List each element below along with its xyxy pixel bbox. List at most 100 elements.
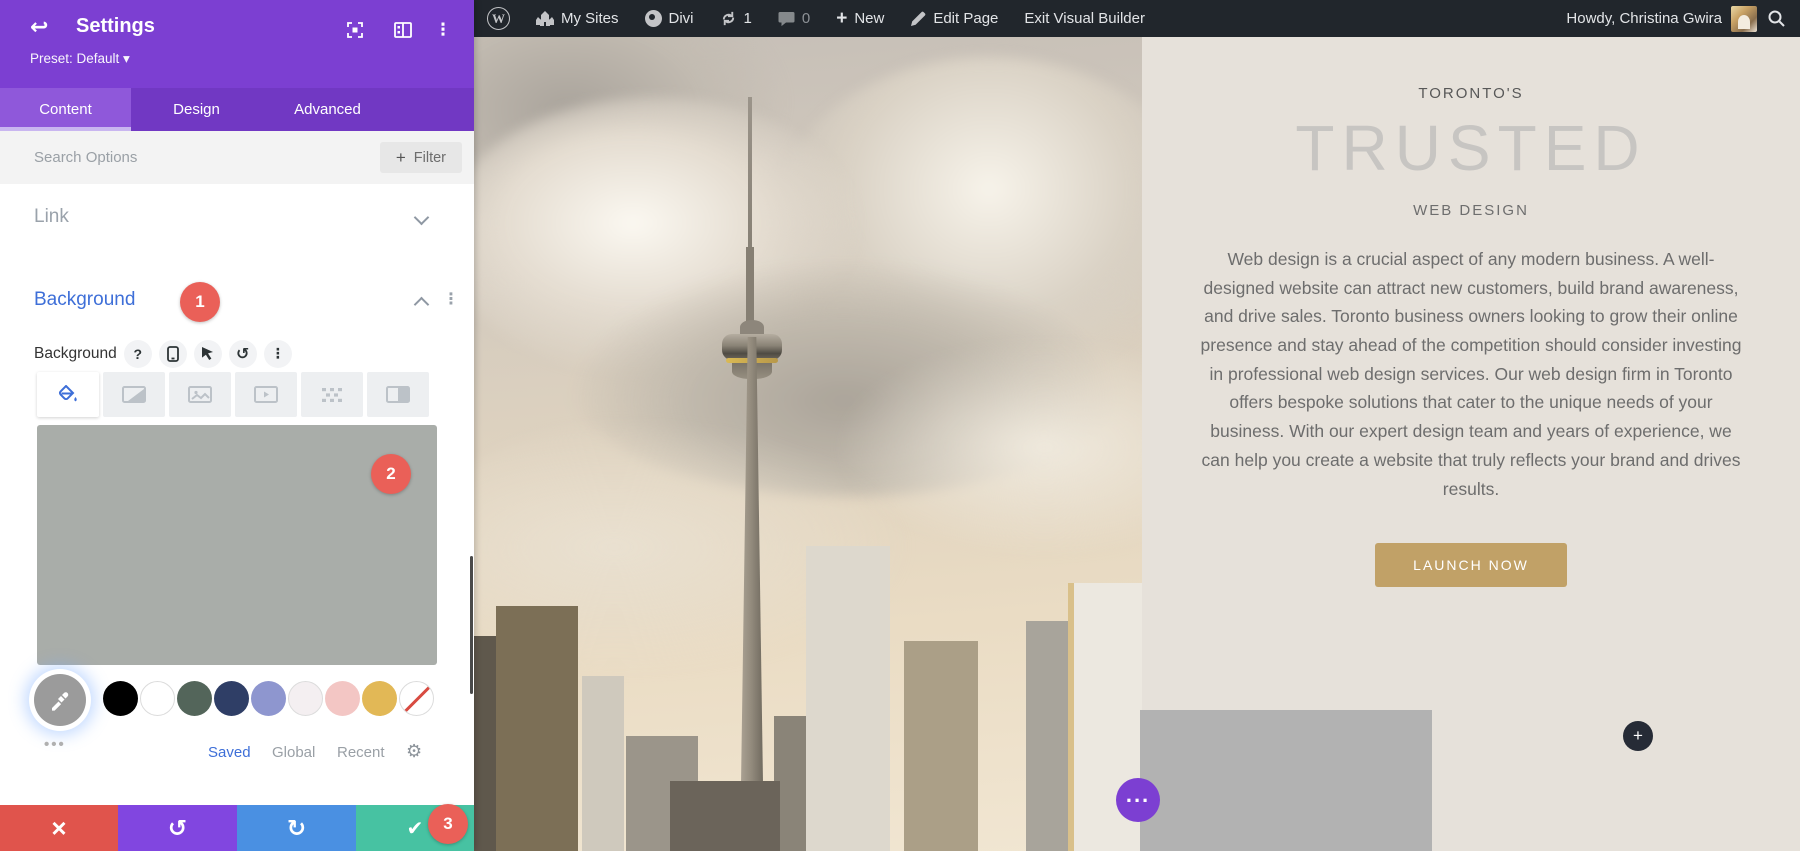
gray-placeholder-module <box>1140 710 1432 851</box>
page-preview: TORONTO'S TRUSTED WEB DESIGN Web design … <box>474 37 1800 851</box>
chevron-down-icon[interactable] <box>413 209 430 228</box>
bg-pattern-tab[interactable] <box>301 372 363 417</box>
color-swatch[interactable] <box>288 681 323 716</box>
wordpress-icon: W <box>487 7 510 30</box>
undo-button[interactable]: ↺ <box>118 805 237 851</box>
updates-menu[interactable]: 1 <box>707 0 765 37</box>
filter-label: Filter <box>413 149 446 166</box>
new-menu[interactable]: + New <box>823 0 897 37</box>
hover-cursor-icon[interactable] <box>193 339 222 368</box>
add-module-button[interactable]: + <box>1623 721 1653 751</box>
avatar <box>1731 5 1757 32</box>
tab-design[interactable]: Design <box>131 88 262 131</box>
update-icon <box>720 10 737 27</box>
link-section: Link <box>0 184 474 254</box>
edit-page-label: Edit Page <box>933 10 999 27</box>
building <box>496 606 578 851</box>
responsive-phone-icon[interactable] <box>158 339 187 368</box>
howdy-account-menu[interactable]: Howdy, Christina Gwira <box>1566 0 1757 37</box>
chevron-up-icon[interactable] <box>413 296 430 315</box>
filter-button[interactable]: + Filter <box>379 142 462 173</box>
howdy-label: Howdy, Christina Gwira <box>1566 10 1722 27</box>
link-section-title[interactable]: Link <box>34 206 69 228</box>
wp-admin-bar: W My Sites Divi 1 0 + New Edit Page Exit… <box>474 0 1800 37</box>
callout-badge-2: 2 <box>371 454 411 494</box>
bg-color-tab[interactable] <box>37 372 99 417</box>
edit-page-menu[interactable]: Edit Page <box>897 0 1011 37</box>
cn-tower-photo <box>474 37 1142 851</box>
settings-title: Settings <box>76 15 155 37</box>
header-kebab-icon[interactable]: ⋮ <box>432 19 454 41</box>
hero-subheading: WEB DESIGN <box>1413 202 1529 219</box>
eyedropper-button[interactable] <box>34 674 86 726</box>
gear-icon[interactable]: ⚙ <box>406 741 422 762</box>
saved-link[interactable]: Saved <box>208 744 251 761</box>
pencil-icon <box>910 11 926 27</box>
plus-icon: + <box>836 7 848 29</box>
color-swatch[interactable] <box>325 681 360 716</box>
color-swatch[interactable] <box>103 681 138 716</box>
divi-menu[interactable]: Divi <box>632 0 707 37</box>
divi-label: Divi <box>668 10 694 27</box>
exit-visual-builder[interactable]: Exit Visual Builder <box>1011 0 1158 37</box>
panel-action-bar: × ↺ ↻ ✔ <box>0 805 474 851</box>
divi-settings-panel: ↩ Settings Preset: Default ▾ ⋮ Content D… <box>0 0 474 851</box>
comments-count: 0 <box>801 10 811 27</box>
bg-video-tab[interactable] <box>235 372 297 417</box>
panel-layout-icon[interactable] <box>392 19 414 41</box>
background-field-label: Background <box>34 344 117 362</box>
color-swatch[interactable] <box>140 681 175 716</box>
color-swatch[interactable] <box>362 681 397 716</box>
redo-button[interactable]: ↻ <box>237 805 356 851</box>
preset-dropdown[interactable]: Preset: Default ▾ <box>30 51 130 67</box>
bg-gradient-tab[interactable] <box>103 372 165 417</box>
reset-undo-icon[interactable]: ↺ <box>228 339 257 368</box>
background-section-title[interactable]: Background <box>34 289 135 311</box>
building <box>582 676 624 851</box>
my-sites-menu[interactable]: My Sites <box>523 0 632 37</box>
bg-image-tab[interactable] <box>169 372 231 417</box>
hero-kicker: TORONTO'S <box>1418 85 1524 102</box>
background-field-toolbar: Background ? ↺ ⋮ <box>0 337 474 370</box>
hero-paragraph: Web design is a crucial aspect of any mo… <box>1200 249 1742 499</box>
hero-text-panel: TORONTO'S TRUSTED WEB DESIGN Web design … <box>1140 37 1800 851</box>
plus-icon: + <box>395 147 406 167</box>
comment-icon <box>778 11 795 27</box>
search-icon[interactable] <box>1767 9 1786 28</box>
tab-content[interactable]: Content <box>0 88 131 131</box>
tab-advanced[interactable]: Advanced <box>262 88 393 131</box>
my-sites-label: My Sites <box>561 10 619 27</box>
multisite-icon <box>536 10 554 27</box>
color-swatch[interactable] <box>399 681 434 716</box>
background-type-tabs <box>37 372 429 417</box>
field-kebab-icon[interactable]: ⋮ <box>263 339 292 368</box>
recent-link[interactable]: Recent <box>337 744 385 761</box>
updates-count: 1 <box>743 10 752 27</box>
color-swatches <box>103 681 434 716</box>
settings-tabs: Content Design Advanced <box>0 88 474 131</box>
comments-menu[interactable]: 0 <box>765 0 823 37</box>
hero-heading: TRUSTED <box>1295 112 1647 184</box>
swatch-row <box>0 672 474 734</box>
callout-badge-1: 1 <box>180 282 220 322</box>
color-swatch[interactable] <box>251 681 286 716</box>
building <box>904 641 978 851</box>
screen: W My Sites Divi 1 0 + New Edit Page Exit… <box>0 0 1800 851</box>
launch-now-button[interactable]: LAUNCH NOW <box>1375 543 1567 588</box>
section-options-button[interactable]: ... <box>1116 778 1160 822</box>
color-swatch[interactable] <box>177 681 212 716</box>
global-link[interactable]: Global <box>272 744 315 761</box>
panel-scrollbar[interactable] <box>470 556 473 694</box>
divi-icon <box>644 10 662 27</box>
bg-mask-tab[interactable] <box>367 372 429 417</box>
wp-logo-menu[interactable]: W <box>474 0 523 37</box>
help-icon[interactable]: ? <box>123 339 152 368</box>
exit-builder-label: Exit Visual Builder <box>1024 10 1145 27</box>
background-section: Background ⋮ <box>0 253 474 337</box>
back-icon[interactable]: ↩ <box>30 14 48 40</box>
discard-button[interactable]: × <box>0 805 118 851</box>
section-kebab-icon[interactable]: ⋮ <box>443 289 459 309</box>
focus-mode-icon[interactable] <box>344 19 366 41</box>
color-swatch[interactable] <box>214 681 249 716</box>
swatch-link-row: Saved Global Recent ⚙ <box>0 741 474 764</box>
